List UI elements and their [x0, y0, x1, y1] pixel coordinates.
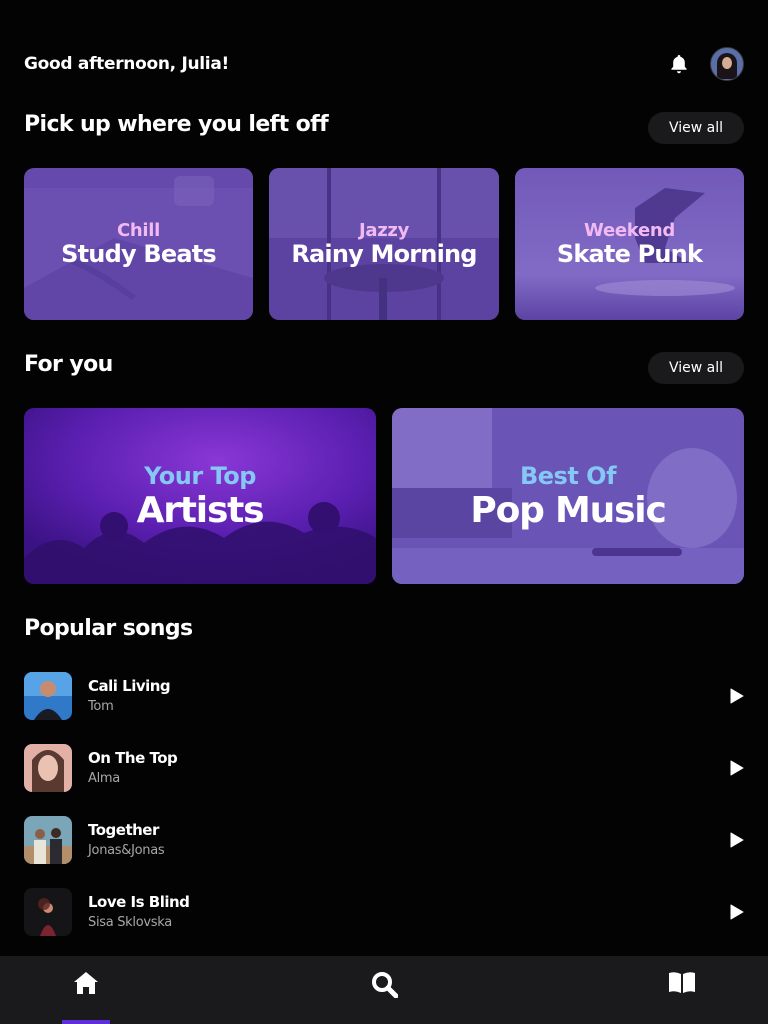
play-icon[interactable]: [726, 757, 748, 779]
greeting-text: Good afternoon, Julia!: [24, 54, 229, 74]
song-row[interactable]: Together Jonas&Jonas: [24, 816, 744, 864]
library-icon[interactable]: [658, 970, 706, 1018]
header-actions: [668, 47, 744, 81]
bell-icon[interactable]: [668, 53, 690, 75]
song-title: Cali Living: [88, 676, 171, 695]
play-icon[interactable]: [726, 685, 748, 707]
song-cover: [24, 744, 72, 792]
continue-cards: Chill Study Beats Jazzy Rainy Morning We…: [24, 168, 744, 320]
card-subtitle: Chill: [116, 220, 161, 241]
song-cover: [24, 816, 72, 864]
song-artist: Tom: [88, 698, 114, 714]
playlist-card-study-beats[interactable]: Chill Study Beats: [24, 168, 253, 320]
view-all-continue-button[interactable]: View all: [648, 112, 744, 144]
song-artist: Alma: [88, 770, 120, 786]
bottom-nav: [0, 956, 768, 1024]
section-title-popular: Popular songs: [24, 616, 193, 641]
section-title-for-you: For you: [24, 352, 113, 377]
card-title: Artists: [136, 489, 265, 531]
play-icon[interactable]: [726, 829, 748, 851]
for-you-card-top-artists[interactable]: Your Top Artists: [24, 408, 376, 584]
for-you-card-pop-music[interactable]: Best Of Pop Music: [392, 408, 744, 584]
song-cover: [24, 888, 72, 936]
view-all-for-you-button[interactable]: View all: [648, 352, 744, 384]
user-avatar[interactable]: [710, 47, 744, 81]
section-title-continue: Pick up where you left off: [24, 112, 329, 137]
play-icon[interactable]: [726, 901, 748, 923]
search-icon[interactable]: [360, 970, 408, 1018]
playlist-card-rainy-morning[interactable]: Jazzy Rainy Morning: [269, 168, 499, 320]
song-title: On The Top: [88, 748, 178, 767]
avatar-face: [722, 57, 732, 69]
song-row[interactable]: Cali Living Tom: [24, 672, 744, 720]
home-icon[interactable]: [62, 970, 110, 1018]
card-title: Rainy Morning: [291, 240, 477, 268]
song-title: Together: [88, 820, 159, 839]
header: Good afternoon, Julia!: [24, 44, 744, 84]
song-artist: Sisa Sklovska: [88, 914, 172, 930]
song-row[interactable]: Love Is Blind Sisa Sklovska: [24, 888, 744, 936]
song-title: Love Is Blind: [88, 892, 190, 911]
card-subtitle: Weekend: [584, 220, 675, 241]
song-artist: Jonas&Jonas: [88, 842, 165, 858]
card-title: Skate Punk: [556, 240, 703, 268]
song-cover: [24, 672, 72, 720]
card-title: Pop Music: [470, 489, 666, 531]
song-row[interactable]: On The Top Alma: [24, 744, 744, 792]
card-subtitle: Your Top: [144, 461, 256, 490]
active-tab-indicator: [62, 1020, 110, 1024]
playlist-card-skate-punk[interactable]: Weekend Skate Punk: [515, 168, 744, 320]
card-subtitle: Best Of: [519, 461, 617, 490]
for-you-cards: Your Top Artists Best Of Pop Music: [24, 408, 744, 584]
card-title: Study Beats: [61, 240, 217, 268]
card-subtitle: Jazzy: [358, 220, 410, 241]
